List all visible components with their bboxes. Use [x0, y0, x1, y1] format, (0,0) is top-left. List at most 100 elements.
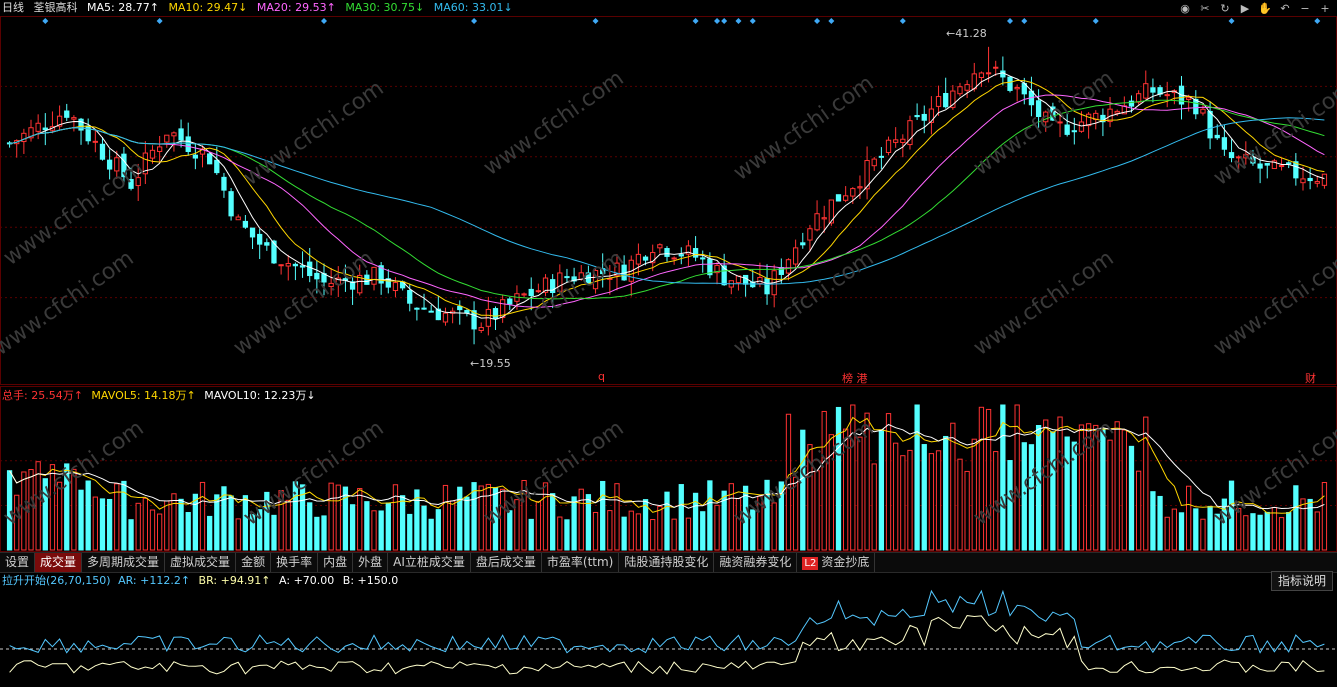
tab-7[interactable]: 外盘 [353, 553, 389, 572]
tab-label: 市盈率(ttm) [546, 555, 614, 569]
plus-icon[interactable]: + [1317, 0, 1333, 16]
ar-line [9, 589, 1325, 654]
volume-bar [471, 482, 477, 551]
minus-icon[interactable]: − [1297, 0, 1313, 16]
volume-bar [185, 512, 191, 551]
candle-body [1221, 137, 1228, 150]
candle-body [64, 110, 70, 118]
tab-11[interactable]: 陆股通持股变化 [619, 553, 715, 572]
volume-bar [142, 497, 148, 551]
candle-body [978, 72, 985, 78]
tab-label: 融资融券变化 [719, 555, 792, 569]
volume-bar [1257, 514, 1263, 551]
candle-body [1193, 98, 1199, 115]
volume-bar [1107, 439, 1113, 551]
indicator-help-button[interactable]: 指标说明 [1270, 571, 1333, 591]
scissors-icon[interactable]: ✂ [1197, 0, 1213, 16]
event-diamond-icon [320, 18, 327, 24]
volume-bar [1200, 518, 1206, 551]
volume-bar [85, 480, 91, 551]
tab-label: 金额 [241, 555, 266, 569]
volume-chart[interactable]: www.cfchi.com www.cfchi.com www.cfchi.com w… [0, 386, 1337, 552]
candle-body [1007, 76, 1013, 91]
candle-body [857, 186, 863, 189]
tab-5[interactable]: 换手率 [271, 553, 319, 572]
tab-13[interactable]: L2 资金抄底 [797, 553, 876, 572]
candle-body [821, 217, 827, 220]
indicator-chart[interactable] [0, 589, 1337, 687]
event-marker-cai[interactable]: 财 [1305, 370, 1316, 386]
tab-2[interactable]: 多周期成交量 [82, 553, 166, 572]
candle-body [692, 248, 699, 258]
volume-bar [664, 491, 670, 551]
tab-12[interactable]: 融资融券变化 [714, 553, 798, 572]
candle-body [249, 227, 256, 238]
period-label[interactable]: 日线 [2, 1, 24, 14]
volume-bar [707, 480, 713, 551]
tab-label: 陆股通持股变化 [624, 555, 709, 569]
candle-body [893, 139, 899, 143]
tab-0[interactable]: 设置 [0, 553, 36, 572]
tab-label: 成交量 [40, 555, 77, 569]
volume-bar [578, 488, 584, 551]
volume-bar [971, 438, 977, 551]
volume-bar [1186, 485, 1192, 551]
event-marker-bang-gang[interactable]: 榜 港 [842, 370, 868, 386]
tab-6[interactable]: 内盘 [318, 553, 354, 572]
volume-bar [128, 519, 134, 551]
volume-bar [335, 484, 341, 551]
hand-icon[interactable]: ✋ [1257, 0, 1273, 16]
volume-bar [650, 519, 656, 551]
volume-bar [535, 501, 542, 551]
volume-bars [6, 404, 1328, 551]
candle-body [885, 139, 892, 154]
volume-bar [714, 504, 720, 551]
volume-bar [164, 500, 170, 551]
volume-bar [428, 518, 434, 551]
candle-body [221, 176, 227, 191]
candle-body [392, 282, 399, 292]
price-chart[interactable]: www.cfchi.com www.cfchi.com www.cfchi.com w… [0, 16, 1337, 386]
candle-body [528, 288, 534, 297]
candle-body [228, 191, 234, 217]
candle-body [1321, 173, 1328, 186]
indicator-name[interactable]: 拉升开始(26,70,150) [2, 574, 111, 587]
candle-body [928, 108, 935, 123]
volume-bar [893, 442, 899, 551]
stock-name: 荃银高科 [33, 1, 78, 14]
candle-body [521, 293, 527, 296]
volume-bar [371, 510, 377, 551]
tab-4[interactable]: 金额 [236, 553, 272, 572]
candle-body [900, 138, 906, 143]
candle-body [993, 66, 999, 69]
candle-body [792, 247, 799, 265]
candlesticks [6, 46, 1328, 345]
event-diamond-icon [749, 18, 756, 24]
candle-body [1314, 181, 1320, 184]
volume-bar [78, 489, 84, 551]
candle-body [957, 86, 963, 95]
refresh-icon[interactable]: ↻ [1217, 0, 1233, 16]
event-marker-q[interactable]: q [598, 370, 605, 383]
candle-body [207, 153, 213, 165]
tab-3[interactable]: 虚拟成交量 [165, 553, 237, 572]
tab-8[interactable]: AI立桩成交量 [388, 553, 471, 572]
volume-bar [442, 484, 449, 551]
undo-icon[interactable]: ↶ [1277, 0, 1293, 16]
tab-9[interactable]: 盘后成交量 [471, 553, 542, 572]
candle-body [235, 216, 241, 221]
volume-bar [199, 481, 206, 551]
play-icon[interactable]: ▶ [1237, 0, 1253, 16]
tab-10[interactable]: 市盈率(ttm) [542, 553, 620, 572]
tab-1[interactable]: 成交量 [35, 553, 83, 572]
volume-bar [914, 404, 920, 551]
volume-bar [557, 516, 563, 551]
volume-bar [156, 513, 163, 551]
event-diamond-icon [1092, 18, 1099, 24]
volume-bar [1164, 516, 1170, 551]
volume-bar [1171, 508, 1178, 551]
volume-bar [628, 510, 634, 551]
candle-body [843, 195, 849, 201]
eye-icon[interactable]: ◉ [1177, 0, 1193, 16]
volume-bar [1300, 498, 1306, 551]
